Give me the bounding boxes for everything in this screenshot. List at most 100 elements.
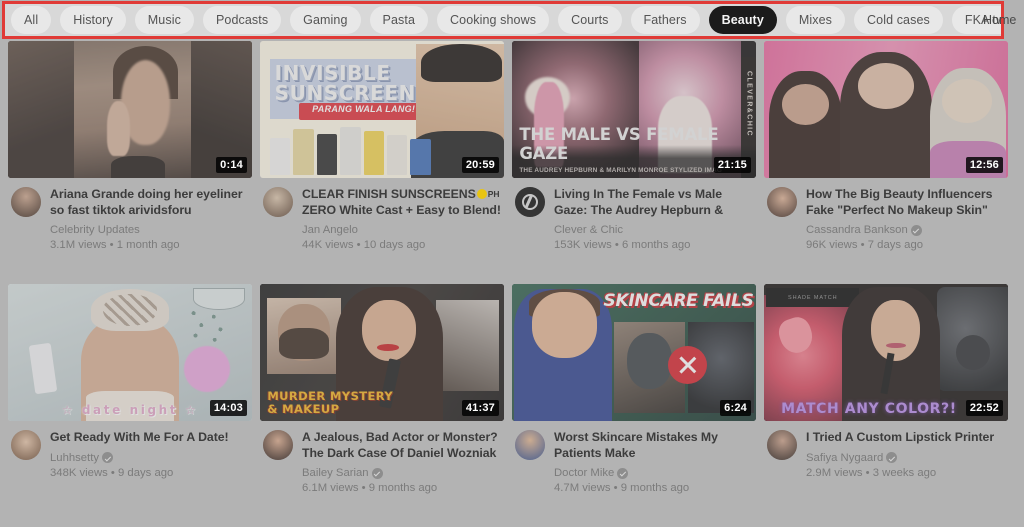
thumb-inset-photo-right xyxy=(436,300,499,390)
chip-music[interactable]: Music xyxy=(135,6,194,34)
video-card[interactable]: SHADE MATCH MATCH ANY COLOR?! 22:52 I Tr… xyxy=(764,284,1008,527)
channel-name-row[interactable]: Luhhsetty xyxy=(50,451,250,465)
chip-podcasts[interactable]: Podcasts xyxy=(203,6,281,34)
channel-name-row[interactable]: Celebrity Updates xyxy=(50,223,250,237)
channel-name: Luhhsetty xyxy=(50,451,99,465)
chip-courts[interactable]: Courts xyxy=(558,6,621,34)
channel-name: Celebrity Updates xyxy=(50,223,140,237)
video-stats: 96K views • 7 days ago xyxy=(806,238,1006,252)
video-duration-badge: 14:03 xyxy=(210,400,247,416)
video-thumbnail[interactable]: MURDER MYSTERY& MAKEUP 41:37 xyxy=(260,284,504,421)
channel-avatar[interactable] xyxy=(263,430,293,460)
video-thumbnail[interactable]: SKINCARE FAILS 6:24 xyxy=(512,284,756,421)
verified-badge-icon xyxy=(102,452,113,463)
video-title[interactable]: I Tried A Custom Lipstick Printer xyxy=(806,430,1006,446)
video-card[interactable]: CLEVER&CHIC THE MALE VS FEMALE GAZE THE … xyxy=(512,41,756,284)
video-text-block: Ariana Grande doing her eyeliner so fast… xyxy=(50,187,250,252)
video-title[interactable]: A Jealous, Bad Actor or Monster? The Dar… xyxy=(302,430,502,461)
video-thumbnail[interactable]: ☆ date night ☆ 14:03 xyxy=(8,284,252,421)
video-duration-badge: 21:15 xyxy=(714,157,751,173)
overflow-home-label[interactable]: Home xyxy=(983,13,1023,29)
thumb-top-shape xyxy=(111,156,165,178)
video-title[interactable]: Living In The Female vs Male Gaze: The A… xyxy=(554,187,754,218)
thumb-subline: THE AUDREY HEPBURN & MARILYN MONROE STYL… xyxy=(519,167,722,174)
channel-avatar[interactable] xyxy=(767,430,797,460)
filter-chip-list[interactable]: All History Music Podcasts Gaming Pasta … xyxy=(5,4,1001,36)
video-title[interactable]: How The Big Beauty Influencers Fake "Per… xyxy=(806,187,1006,218)
chip-fathers[interactable]: Fathers xyxy=(631,6,700,34)
channel-avatar[interactable] xyxy=(767,187,797,217)
upload-age: 3 weeks ago xyxy=(873,467,936,479)
video-duration-badge: 6:24 xyxy=(720,400,751,416)
chip-cold-cases[interactable]: Cold cases xyxy=(854,6,943,34)
upload-age: 9 days ago xyxy=(118,467,173,479)
channel-name-row[interactable]: Safiya Nygaard xyxy=(806,451,1006,465)
video-card[interactable]: INVISIBLESUNSCREENS PARANG WALA LANG! 20… xyxy=(260,41,504,284)
channel-name: Doctor Mike xyxy=(554,466,614,480)
avatar-scrim xyxy=(263,187,293,217)
video-stats: 153K views • 6 months ago xyxy=(554,238,754,252)
thumb-topbar-text: SHADE MATCH xyxy=(788,295,838,301)
channel-name-row[interactable]: Doctor Mike xyxy=(554,466,754,480)
video-thumbnail[interactable]: SHADE MATCH MATCH ANY COLOR?! 22:52 xyxy=(764,284,1008,421)
video-thumbnail[interactable]: 12:56 xyxy=(764,41,1008,178)
video-title[interactable]: Worst Skincare Mistakes My Patients Make xyxy=(554,430,754,461)
upload-age: 10 days ago xyxy=(364,239,426,251)
video-stats: 44K views • 10 days ago xyxy=(302,238,502,252)
video-title[interactable]: Ariana Grande doing her eyeliner so fast… xyxy=(50,187,250,218)
video-text-block: A Jealous, Bad Actor or Monster? The Dar… xyxy=(302,430,502,495)
channel-avatar[interactable] xyxy=(11,430,41,460)
video-title[interactable]: Get Ready With Me For A Date! xyxy=(50,430,250,446)
channel-name: Clever & Chic xyxy=(554,223,623,237)
channel-avatar[interactable] xyxy=(515,187,545,217)
channel-avatar[interactable] xyxy=(263,187,293,217)
avatar-scrim xyxy=(515,430,545,460)
video-stats: 6.1M views • 9 months ago xyxy=(302,481,502,495)
channel-name: Jan Angelo xyxy=(302,223,358,237)
avatar-scrim xyxy=(11,187,41,217)
stats-separator: • xyxy=(866,467,873,479)
thumb-hand-shape xyxy=(107,101,130,156)
chip-cooking-shows[interactable]: Cooking shows xyxy=(437,6,549,34)
thumb-loofah-object xyxy=(184,346,230,393)
chip-history[interactable]: History xyxy=(60,6,126,34)
stats-separator: • xyxy=(111,467,118,479)
chip-all[interactable]: All xyxy=(11,6,51,34)
thumb-device-photo xyxy=(937,287,1008,391)
channel-name-row[interactable]: Bailey Sarian xyxy=(302,466,502,480)
video-stats: 3.1M views • 1 month ago xyxy=(50,238,250,252)
video-meta: Get Ready With Me For A Date! Luhhsetty … xyxy=(8,421,252,480)
video-card[interactable]: SKINCARE FAILS 6:24 Worst Skincare Mista… xyxy=(512,284,756,527)
video-card[interactable]: 0:14 Ariana Grande doing her eyeliner so… xyxy=(8,41,252,284)
chip-gaming[interactable]: Gaming xyxy=(290,6,360,34)
video-title-suffix: PH xyxy=(488,189,500,199)
shower-head-icon xyxy=(193,288,244,310)
channel-name-row[interactable]: Clever & Chic xyxy=(554,223,754,237)
upload-age: 6 months ago xyxy=(622,239,690,251)
video-title[interactable]: CLEAR FINISH SUNSCREENSPHZERO White Cast… xyxy=(302,187,502,218)
verified-badge-icon xyxy=(911,225,922,236)
thumb-blur-left xyxy=(8,41,74,178)
video-card[interactable]: MURDER MYSTERY& MAKEUP 41:37 A Jealous, … xyxy=(260,284,504,527)
chip-pasta[interactable]: Pasta xyxy=(370,6,428,34)
thumb-inset-photo-left xyxy=(267,298,340,375)
stats-separator: • xyxy=(110,239,117,251)
video-stats: 348K views • 9 days ago xyxy=(50,466,250,480)
avatar-scrim xyxy=(767,187,797,217)
channel-name-row[interactable]: Cassandra Bankson xyxy=(806,223,1006,237)
avatar-scrim xyxy=(11,430,41,460)
channel-avatar[interactable] xyxy=(11,187,41,217)
chip-mixes[interactable]: Mixes xyxy=(786,6,845,34)
video-thumbnail[interactable]: 0:14 xyxy=(8,41,252,178)
channel-avatar[interactable] xyxy=(515,430,545,460)
chip-beauty[interactable]: Beauty xyxy=(709,6,777,34)
view-count: 4.7M views xyxy=(554,482,611,494)
stats-separator: • xyxy=(357,239,364,251)
video-card[interactable]: ☆ date night ☆ 14:03 Get Ready With Me F… xyxy=(8,284,252,527)
filter-chip-bar-region: All History Music Podcasts Gaming Pasta … xyxy=(0,0,1024,41)
video-thumbnail[interactable]: CLEVER&CHIC THE MALE VS FEMALE GAZE THE … xyxy=(512,41,756,178)
video-thumbnail[interactable]: INVISIBLESUNSCREENS PARANG WALA LANG! 20… xyxy=(260,41,504,178)
channel-name-row[interactable]: Jan Angelo xyxy=(302,223,502,237)
video-card[interactable]: 12:56 How The Big Beauty Influencers Fak… xyxy=(764,41,1008,284)
video-stats: 4.7M views • 9 months ago xyxy=(554,481,754,495)
